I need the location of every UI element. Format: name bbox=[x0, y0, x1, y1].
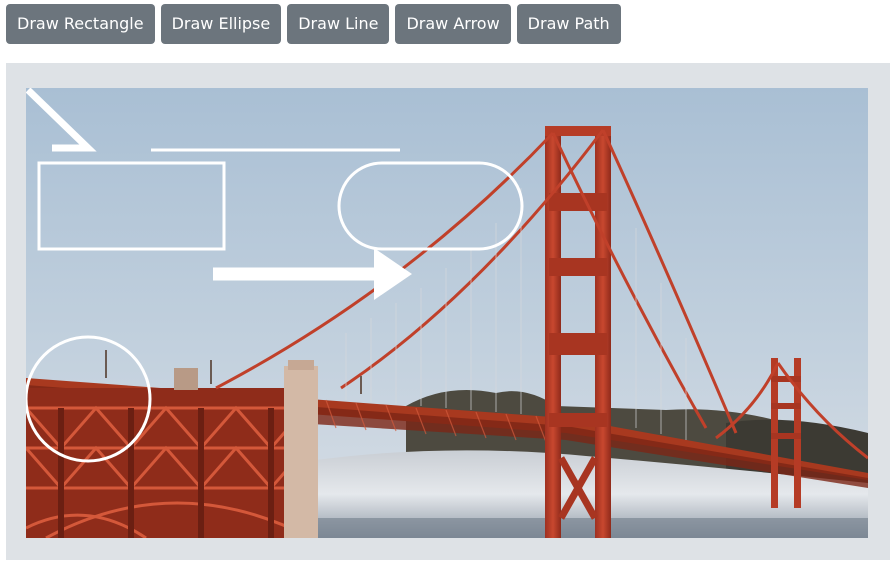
draw-line-button[interactable]: Draw Line bbox=[287, 4, 390, 44]
draw-ellipse-button[interactable]: Draw Ellipse bbox=[160, 4, 282, 44]
draw-path-button[interactable]: Draw Path bbox=[516, 4, 621, 44]
drawing-toolbar: Draw Rectangle Draw Ellipse Draw Line Dr… bbox=[6, 4, 621, 44]
bridge-photo bbox=[26, 88, 868, 538]
draw-rectangle-button[interactable]: Draw Rectangle bbox=[6, 4, 155, 44]
draw-arrow-button[interactable]: Draw Arrow bbox=[395, 4, 511, 44]
canvas-frame bbox=[6, 63, 890, 560]
drawing-canvas[interactable] bbox=[26, 88, 868, 538]
